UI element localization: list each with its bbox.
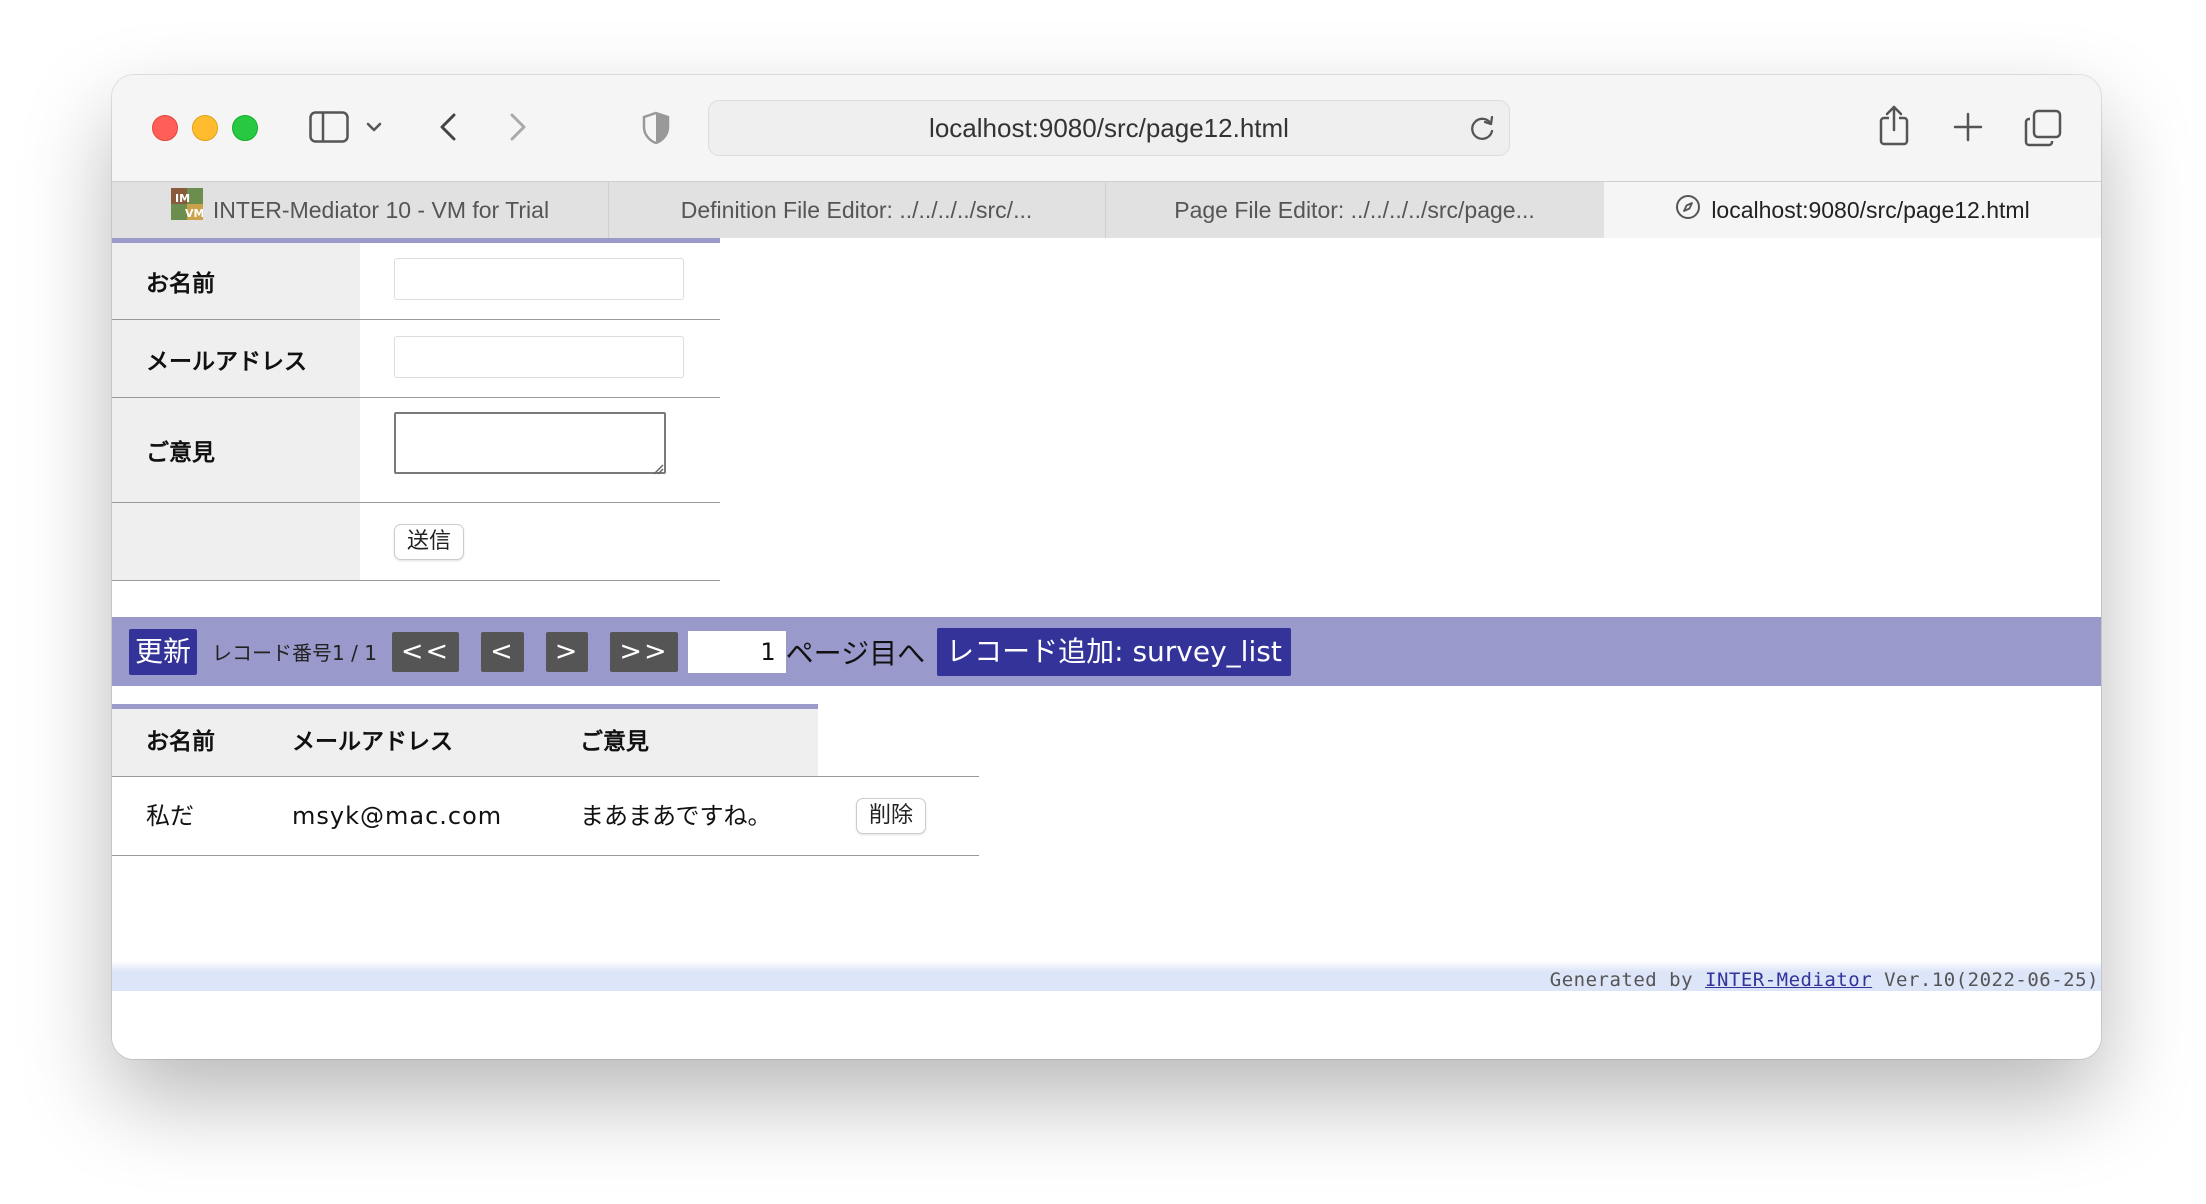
- list-header-row: お名前 メールアドレス ご意見: [112, 704, 979, 777]
- previous-record-button[interactable]: <: [481, 631, 524, 672]
- first-record-button[interactable]: <<: [391, 631, 460, 672]
- footer-prefix: Generated by: [1549, 969, 1705, 991]
- form-row-submit: 送信: [112, 503, 720, 581]
- form-row-opinion: ご意見: [112, 398, 720, 503]
- record-navigation-bar: 更新 レコード番号1 / 1 << < > >> ページ目へ レコード追加: s…: [112, 617, 2101, 686]
- zoom-window-button[interactable]: [232, 115, 258, 141]
- tab-label: Definition File Editor: ../../../../src/…: [680, 197, 1033, 223]
- add-record-button[interactable]: レコード追加: survey_list: [937, 627, 1291, 676]
- tab-definition-file-editor[interactable]: Definition File Editor: ../../../../src/…: [608, 182, 1106, 238]
- tab-inter-mediator-trial[interactable]: IM VM INTER-Mediator 10 - VM for Trial: [112, 182, 609, 238]
- delete-button[interactable]: 削除: [856, 798, 927, 834]
- minimize-window-button[interactable]: [192, 115, 218, 141]
- next-record-button[interactable]: >: [545, 631, 589, 672]
- browser-toolbar: localhost:9080/src/page12.html: [112, 75, 2101, 181]
- url-text[interactable]: localhost:9080/src/page12.html: [709, 101, 1509, 155]
- name-label: お名前: [112, 243, 360, 319]
- close-window-button[interactable]: [152, 115, 178, 141]
- privacy-shield-icon[interactable]: [640, 109, 672, 147]
- tab-label: INTER-Mediator 10 - VM for Trial: [212, 197, 550, 223]
- compass-icon: [1675, 184, 1701, 238]
- column-header-name: お名前: [146, 729, 215, 755]
- submit-button[interactable]: 送信: [394, 524, 465, 560]
- email-label: メールアドレス: [112, 320, 360, 397]
- footer-version: Ver.10(2022-06-25): [1872, 969, 2099, 991]
- resize-grip-icon[interactable]: [652, 460, 664, 479]
- opinion-label: ご意見: [112, 398, 360, 502]
- cell-email: msyk@mac.com: [292, 802, 503, 830]
- opinion-textarea[interactable]: [394, 412, 666, 474]
- email-input[interactable]: [394, 336, 684, 378]
- forward-icon[interactable]: [504, 109, 532, 145]
- column-header-opinion: ご意見: [580, 729, 649, 755]
- tab-label: localhost:9080/src/page12.html: [1711, 197, 2030, 223]
- form-row-name: お名前: [112, 243, 720, 320]
- new-tab-plus-icon[interactable]: [1952, 111, 1984, 143]
- tab-overview-icon[interactable]: [2023, 108, 2063, 148]
- chevron-down-icon[interactable]: [364, 115, 384, 139]
- inter-mediator-logo-icon: IM VM: [170, 184, 204, 238]
- generated-by-footer: Generated by INTER-Mediator Ver.10(2022-…: [112, 961, 2101, 991]
- tab-page-file-editor[interactable]: Page File Editor: ../../../../src/page..…: [1105, 182, 1605, 238]
- refresh-button[interactable]: 更新: [129, 628, 198, 675]
- page-suffix-label: ページ目へ: [785, 636, 926, 670]
- tab-label: Page File Editor: ../../../../src/page..…: [1174, 197, 1535, 223]
- name-input[interactable]: [394, 258, 684, 300]
- table-row: 私だ msyk@mac.com まあまあですね。 削除: [112, 777, 979, 856]
- record-number-info: レコード番号1 / 1: [212, 641, 377, 665]
- tab-bar: IM VM INTER-Mediator 10 - VM for Trial De…: [112, 181, 2101, 239]
- page-number-input[interactable]: [687, 630, 786, 673]
- back-icon[interactable]: [434, 109, 462, 145]
- tab-current-page[interactable]: localhost:9080/src/page12.html: [1604, 182, 2101, 238]
- form-row-email: メールアドレス: [112, 320, 720, 398]
- address-bar[interactable]: localhost:9080/src/page12.html: [708, 100, 1510, 156]
- inter-mediator-link[interactable]: INTER-Mediator: [1705, 969, 1872, 991]
- browser-window: localhost:9080/src/page12.html IM VM INTE…: [112, 75, 2101, 1059]
- entry-form: お名前 メールアドレス ご意見 送信: [112, 238, 720, 581]
- cell-name: 私だ: [146, 802, 194, 830]
- svg-text:IM: IM: [175, 192, 190, 205]
- svg-text:VM: VM: [185, 207, 203, 220]
- survey-list-table: お名前 メールアドレス ご意見 私だ msyk@mac.com まあまあですね。…: [112, 704, 979, 856]
- last-record-button[interactable]: >>: [610, 631, 678, 672]
- column-header-email: メールアドレス: [292, 729, 453, 755]
- reload-icon[interactable]: [1467, 112, 1499, 144]
- sidebar-toggle-icon[interactable]: [308, 107, 350, 147]
- cell-opinion: まあまあですね。: [580, 802, 772, 830]
- share-icon[interactable]: [1876, 103, 1912, 147]
- page-content: お名前 メールアドレス ご意見 送信 更新 レコード番号1 / 1 << < >…: [112, 238, 2101, 1059]
